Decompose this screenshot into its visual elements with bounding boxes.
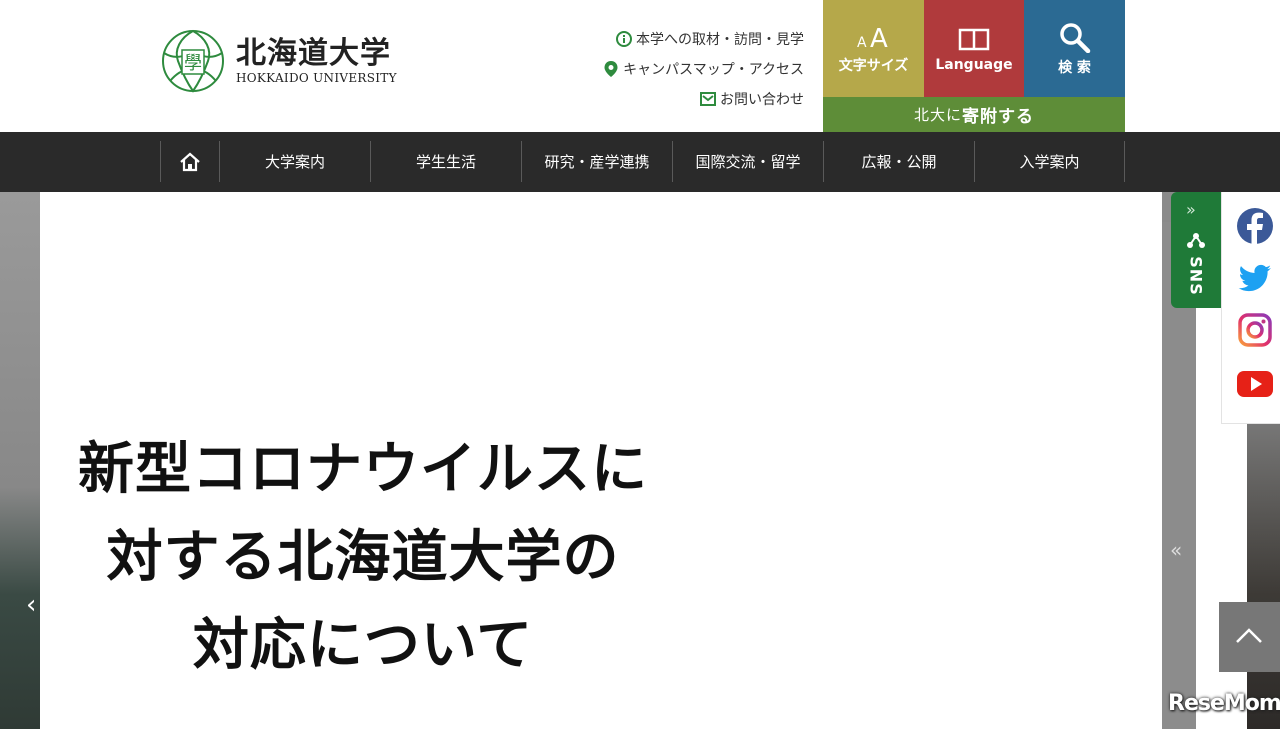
global-nav: 大学案内 学生生活 研究・産学連携 国際交流・留学 広報・公開 入学案内 — [0, 132, 1280, 192]
site-header: 學 北海道大学 HOKKAIDO UNIVERSITY 本学への取材・訪問・見学… — [0, 0, 1280, 132]
map-pin-icon — [603, 60, 619, 78]
language-button[interactable]: Language — [924, 0, 1024, 97]
hero-slide[interactable]: 新型コロナウイルスに 対する北海道大学の 対応について — [40, 192, 1162, 729]
contact-link[interactable]: お問い合わせ — [564, 84, 804, 114]
nav-international[interactable]: 国際交流・留学 — [672, 141, 823, 182]
font-size-label: 文字サイズ — [838, 57, 909, 74]
visit-link[interactable]: 本学への取材・訪問・見学 — [564, 24, 804, 54]
hero-headline-line: 対応について — [192, 613, 534, 678]
logo-name-en: HOKKAIDO UNIVERSITY — [236, 71, 397, 85]
sns-panel — [1221, 192, 1280, 424]
previous-slide-peek — [0, 192, 40, 729]
info-icon — [616, 31, 632, 47]
header-tiles: A A 文字サイズ Language 検 索 北大に 寄附する — [823, 0, 1125, 132]
hero-carousel: 新型コロナウイルスに 対する北海道大学の 対応について « ‹ › — [0, 192, 1280, 729]
donate-label: 寄附する — [962, 107, 1034, 127]
double-chevron-right-icon: » — [1186, 200, 1196, 219]
facebook-icon[interactable] — [1237, 208, 1273, 244]
double-chevron-left-icon[interactable]: « — [1170, 538, 1182, 562]
prev-slide-chevron-icon[interactable]: ‹ — [26, 590, 36, 620]
donate-prefix: 北大に — [913, 106, 962, 124]
contact-link-label: お問い合わせ — [720, 92, 804, 108]
nav-student-life[interactable]: 学生生活 — [370, 141, 521, 182]
nav-about[interactable]: 大学案内 — [219, 141, 370, 182]
campus-map-link[interactable]: キャンパスマップ・アクセス — [564, 54, 804, 84]
university-logo[interactable]: 學 北海道大学 HOKKAIDO UNIVERSITY — [160, 26, 410, 96]
quick-links: 本学への取材・訪問・見学 キャンパスマップ・アクセス お問い合わせ — [564, 24, 804, 114]
home-icon — [180, 152, 200, 171]
university-emblem-icon: 學 — [162, 29, 224, 93]
nav-home[interactable] — [160, 141, 219, 182]
logo-name-ja: 北海道大学 — [236, 36, 391, 71]
search-label: 検 索 — [1058, 59, 1091, 76]
share-icon — [1187, 233, 1205, 248]
campus-map-link-label: キャンパスマップ・アクセス — [623, 62, 804, 78]
hero-headline-line: 新型コロナウイルスに — [78, 437, 648, 502]
sns-toggle[interactable]: » SNS — [1171, 192, 1221, 308]
watermark: ReseMom — [1168, 691, 1280, 716]
back-to-top-button[interactable] — [1219, 602, 1280, 672]
language-label: Language — [935, 56, 1013, 73]
search-button[interactable]: 検 索 — [1024, 0, 1125, 97]
font-size-icon: A A — [857, 24, 888, 51]
sns-label: SNS — [1186, 256, 1206, 296]
mail-icon — [700, 92, 716, 106]
hero-headline-line: 対する北海道大学の — [106, 525, 620, 590]
donate-button[interactable]: 北大に 寄附する — [823, 97, 1125, 132]
font-size-button[interactable]: A A 文字サイズ — [823, 0, 924, 97]
instagram-icon[interactable] — [1237, 312, 1273, 348]
nav-research[interactable]: 研究・産学連携 — [521, 141, 672, 182]
nav-admissions[interactable]: 入学案内 — [974, 141, 1125, 182]
visit-link-label: 本学への取材・訪問・見学 — [636, 32, 804, 48]
hero-headline: 新型コロナウイルスに 対する北海道大学の 対応について — [40, 426, 686, 690]
nav-public-relations[interactable]: 広報・公開 — [823, 141, 974, 182]
svg-text:A: A — [870, 24, 888, 51]
svg-text:學: 學 — [184, 53, 202, 74]
twitter-icon[interactable] — [1237, 260, 1273, 296]
search-icon — [1059, 22, 1090, 53]
chevron-up-icon — [1236, 628, 1262, 643]
book-icon — [958, 28, 990, 50]
svg-text:A: A — [857, 35, 867, 51]
youtube-icon[interactable] — [1237, 366, 1273, 402]
